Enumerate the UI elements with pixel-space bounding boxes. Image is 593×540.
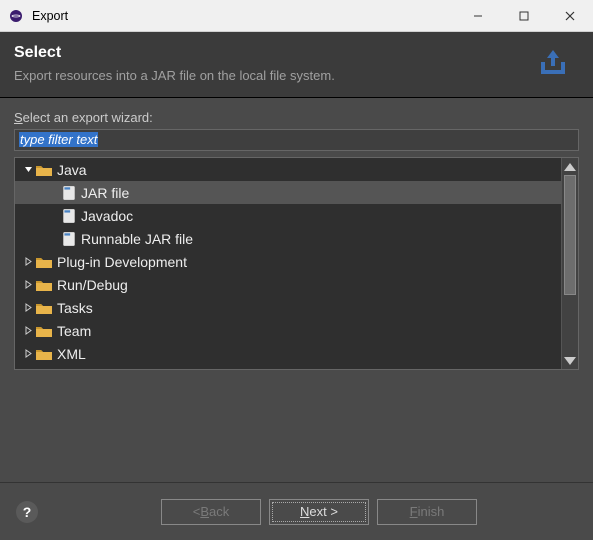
next-button[interactable]: Next > — [269, 499, 369, 525]
tree-item-label: XML — [57, 346, 86, 362]
filter-input[interactable]: type filter text — [14, 129, 579, 151]
tree-item[interactable]: JAR file — [15, 181, 561, 204]
tree-item[interactable]: Java — [15, 158, 561, 181]
chevron-right-icon[interactable] — [21, 278, 35, 292]
file-icon — [61, 186, 77, 200]
button-bar: ? < Back Next > Finish — [0, 482, 593, 540]
select-wizard-label: Select an export wizard: — [14, 110, 579, 125]
tree-item[interactable]: Javadoc — [15, 204, 561, 227]
tree-item[interactable]: Run/Debug — [15, 273, 561, 296]
tree-item[interactable]: Tasks — [15, 296, 561, 319]
file-icon — [61, 232, 77, 246]
wizard-tree: Java JAR file Javadoc Runnable JAR file Plug… — [14, 157, 579, 370]
vertical-scrollbar[interactable] — [561, 158, 578, 369]
folder-icon — [35, 301, 53, 315]
tree-item-label: JAR file — [81, 185, 129, 201]
tree-item[interactable]: XML — [15, 342, 561, 365]
tree-item-label: Plug-in Development — [57, 254, 187, 270]
chevron-down-icon[interactable] — [21, 163, 35, 177]
title-bar: Export — [0, 0, 593, 32]
minimize-button[interactable] — [455, 0, 501, 32]
tree-item-label: Run/Debug — [57, 277, 128, 293]
folder-icon — [35, 347, 53, 361]
scroll-down-icon[interactable] — [562, 352, 578, 369]
tree-item[interactable]: Team — [15, 319, 561, 342]
tree-item-label: Javadoc — [81, 208, 133, 224]
export-icon — [529, 46, 577, 82]
tree-item[interactable]: Runnable JAR file — [15, 227, 561, 250]
tree-item[interactable]: Plug-in Development — [15, 250, 561, 273]
tree-body[interactable]: Java JAR file Javadoc Runnable JAR file Plug… — [15, 158, 561, 369]
tree-item-label: Team — [57, 323, 91, 339]
folder-icon — [35, 255, 53, 269]
scroll-thumb[interactable] — [564, 175, 576, 295]
tree-item-label: Tasks — [57, 300, 93, 316]
scroll-up-icon[interactable] — [562, 158, 578, 175]
tree-item-label: Java — [57, 162, 87, 178]
eclipse-icon — [8, 8, 24, 24]
chevron-right-icon[interactable] — [21, 301, 35, 315]
content-area: Select an export wizard: type filter tex… — [0, 98, 593, 382]
wizard-header: Select Export resources into a JAR file … — [0, 32, 593, 98]
close-button[interactable] — [547, 0, 593, 32]
folder-icon — [35, 324, 53, 338]
chevron-right-icon[interactable] — [21, 324, 35, 338]
maximize-button[interactable] — [501, 0, 547, 32]
help-button[interactable]: ? — [16, 501, 38, 523]
tree-item-label: Runnable JAR file — [81, 231, 193, 247]
chevron-right-icon[interactable] — [21, 255, 35, 269]
page-description: Export resources into a JAR file on the … — [14, 68, 529, 83]
window-title: Export — [32, 9, 455, 23]
finish-button[interactable]: Finish — [377, 499, 477, 525]
folder-icon — [35, 163, 53, 177]
folder-icon — [35, 278, 53, 292]
file-icon — [61, 209, 77, 223]
back-button[interactable]: < Back — [161, 499, 261, 525]
page-title: Select — [14, 44, 529, 62]
chevron-right-icon[interactable] — [21, 347, 35, 361]
